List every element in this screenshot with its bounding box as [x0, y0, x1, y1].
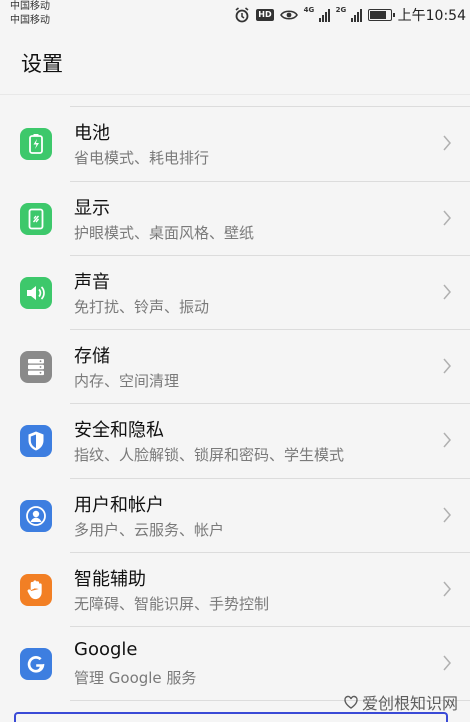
display-icon [20, 203, 52, 235]
storage-icon [20, 351, 52, 383]
item-title: 电池 [74, 123, 110, 144]
battery-status-icon [367, 9, 395, 21]
item-subtitle: 免打扰、铃声、振动 [74, 298, 210, 316]
settings-item-storage[interactable]: 存储 内存、空间清理 [0, 330, 470, 404]
watermark: 爱创根知识网 [343, 690, 458, 714]
sound-icon [20, 277, 52, 309]
carrier-label-1: 中国移动 [10, 1, 50, 12]
item-title: 用户和帐户 [74, 495, 164, 516]
item-title: 存储 [74, 346, 110, 367]
shield-icon [20, 425, 52, 457]
item-title: 安全和隐私 [74, 420, 164, 441]
item-subtitle: 指纹、人脸解锁、锁屏和密码、学生模式 [74, 446, 345, 464]
battery-icon [20, 128, 52, 160]
signal-icon-2: 2G [335, 6, 362, 23]
status-bar: 中国移动 中国移动 HD 4G 2G 上午10:54 [0, 0, 470, 34]
item-subtitle: 省电模式、耗电排行 [74, 149, 210, 167]
watermark-logo-icon [344, 695, 358, 709]
item-subtitle: 内存、空间清理 [74, 372, 180, 390]
settings-item-battery[interactable]: 电池 省电模式、耗电排行 [0, 107, 470, 181]
chevron-right-icon [443, 432, 451, 448]
signal-icon-1: 4G [303, 6, 330, 23]
chevron-right-icon [443, 135, 451, 151]
chevron-right-icon [443, 358, 451, 374]
item-title: 智能辅助 [74, 569, 146, 590]
network-type-2: 2G [335, 6, 347, 14]
chevron-right-icon [443, 284, 451, 300]
status-time: 上午10:54 [397, 8, 466, 24]
status-icons: HD 4G 2G 上午10:54 [234, 4, 466, 26]
settings-item-users-accounts[interactable]: 用户和帐户 多用户、云服务、帐户 [0, 479, 470, 553]
chevron-right-icon [443, 655, 451, 671]
item-subtitle: 管理 Google 服务 [74, 669, 197, 687]
item-subtitle: 无障碍、智能识屏、手势控制 [74, 595, 270, 613]
carrier-label-2: 中国移动 [10, 15, 50, 26]
user-icon [20, 500, 52, 532]
item-title: Google [74, 639, 138, 660]
page-title: 设置 [21, 52, 63, 76]
item-title: 声音 [74, 272, 110, 293]
settings-item-smart-assist[interactable]: 智能辅助 无障碍、智能识屏、手势控制 [0, 553, 470, 627]
hd-icon: HD [256, 9, 274, 21]
chevron-right-icon [443, 581, 451, 597]
item-subtitle: 护眼模式、桌面风格、壁纸 [74, 224, 255, 242]
settings-item-sound[interactable]: 声音 免打扰、铃声、振动 [0, 256, 470, 330]
hand-icon [20, 574, 52, 606]
google-icon [20, 648, 52, 680]
header-divider [0, 94, 470, 95]
alarm-icon [234, 7, 250, 23]
eye-comfort-icon [279, 9, 298, 21]
item-title: 显示 [74, 198, 110, 219]
settings-item-security-privacy[interactable]: 安全和隐私 指纹、人脸解锁、锁屏和密码、学生模式 [0, 404, 470, 478]
network-type-1: 4G [303, 6, 315, 14]
settings-item-display[interactable]: 显示 护眼模式、桌面风格、壁纸 [0, 182, 470, 256]
chevron-right-icon [443, 507, 451, 523]
chevron-right-icon [443, 210, 451, 226]
watermark-text: 爱创根知识网 [361, 694, 458, 713]
item-subtitle: 多用户、云服务、帐户 [74, 521, 225, 539]
